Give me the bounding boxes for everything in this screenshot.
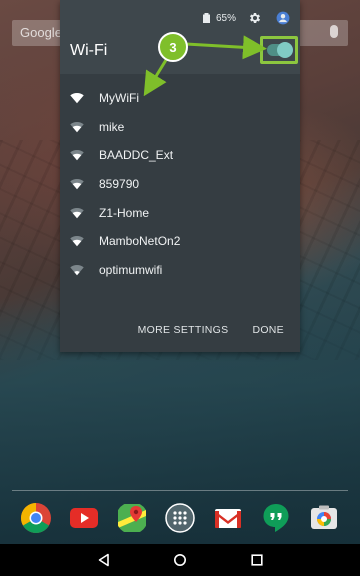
- toggle-track: [267, 42, 293, 58]
- wifi-signal-medium-icon: [70, 121, 84, 133]
- youtube-icon[interactable]: [68, 502, 100, 534]
- wifi-signal-medium-icon: [70, 150, 84, 161]
- navigation-bar: [0, 544, 360, 576]
- maps-icon[interactable]: [116, 502, 148, 534]
- hangouts-icon[interactable]: [260, 502, 292, 534]
- google-logo: Google: [20, 25, 62, 40]
- network-item[interactable]: MyWiFi: [60, 84, 300, 113]
- wifi-signal-medium-icon: [70, 236, 84, 247]
- done-button[interactable]: DONE: [252, 324, 284, 336]
- network-name: BAADDC_Ext: [99, 148, 174, 163]
- wifi-signal-full-icon: [70, 93, 84, 104]
- recents-icon[interactable]: [250, 553, 264, 567]
- network-list: MyWiFi mike BAADDC_Ext 859790 Z1-Home Ma…: [60, 84, 300, 284]
- back-icon[interactable]: [97, 553, 111, 567]
- wifi-signal-weak-icon: [70, 264, 84, 276]
- toggle-knob: [277, 42, 293, 58]
- photos-icon[interactable]: [308, 502, 340, 534]
- network-item[interactable]: MamboNetOn2: [60, 227, 300, 256]
- more-settings-button[interactable]: MORE SETTINGS: [138, 324, 229, 336]
- network-name: 859790: [99, 177, 140, 192]
- battery-percent: 65%: [215, 12, 236, 24]
- network-name: MyWiFi: [99, 91, 139, 106]
- status-bar: 65%: [202, 10, 290, 26]
- network-item[interactable]: 859790: [60, 170, 300, 199]
- network-name: Z1-Home: [99, 205, 150, 220]
- network-item[interactable]: mike: [60, 113, 300, 142]
- network-item[interactable]: BAADDC_Ext: [60, 141, 300, 170]
- battery-icon: [202, 13, 210, 23]
- panel-actions: MORE SETTINGS DONE: [138, 324, 284, 336]
- wifi-signal-medium-icon: [70, 179, 84, 190]
- network-item[interactable]: Z1-Home: [60, 198, 300, 227]
- network-name: mike: [99, 119, 125, 134]
- wifi-signal-medium-icon: [70, 207, 84, 218]
- gear-icon[interactable]: [248, 11, 262, 25]
- step-callout: 3: [158, 32, 188, 62]
- app-drawer-icon[interactable]: [164, 502, 196, 534]
- account-icon[interactable]: [276, 11, 290, 25]
- network-name: MamboNetOn2: [99, 234, 181, 249]
- network-name: optimumwifi: [99, 262, 163, 277]
- dock-divider: [12, 490, 348, 491]
- home-icon[interactable]: [173, 553, 187, 567]
- dock: [0, 502, 360, 536]
- wifi-toggle[interactable]: [260, 36, 298, 64]
- network-item[interactable]: optimumwifi: [60, 256, 300, 285]
- mic-icon[interactable]: [330, 25, 338, 38]
- gmail-icon[interactable]: [212, 502, 244, 534]
- chrome-icon[interactable]: [20, 502, 52, 534]
- panel-title: Wi-Fi: [70, 42, 108, 59]
